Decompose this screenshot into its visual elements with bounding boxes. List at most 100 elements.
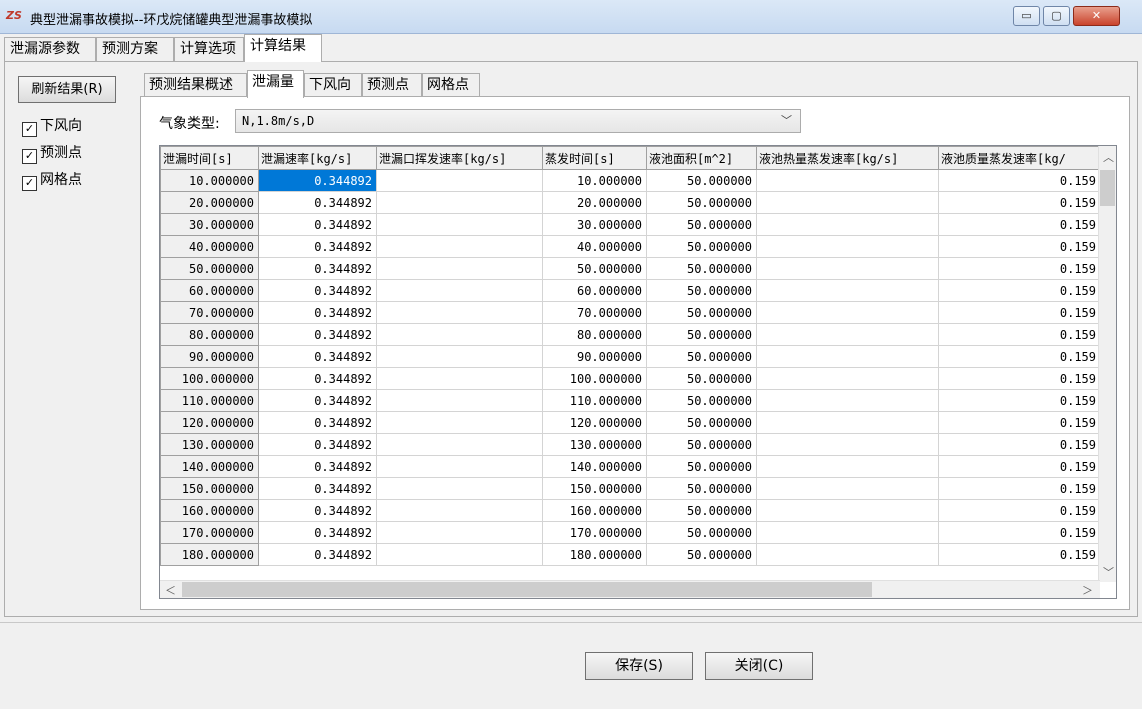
table-row[interactable]: 20.000000 0.344892 20.000000 50.000000 0.159 <box>160 191 1101 214</box>
cell-outlet-evap-rate[interactable] <box>376 499 543 522</box>
cell-leak-time[interactable]: 120.000000 <box>160 411 259 434</box>
cell-pool-heat-evap-rate[interactable] <box>756 499 939 522</box>
cell-pool-area[interactable]: 50.000000 <box>646 477 757 500</box>
col-header-pool-area[interactable]: 液池面积[m^2] <box>646 146 757 170</box>
cell-pool-area[interactable]: 50.000000 <box>646 279 757 302</box>
col-header-leak-rate[interactable]: 泄漏速率[kg/s] <box>258 146 377 170</box>
cell-pool-mass-evap-rate[interactable]: 0.159 <box>938 367 1101 390</box>
cell-pool-heat-evap-rate[interactable] <box>756 257 939 280</box>
cell-pool-heat-evap-rate[interactable] <box>756 389 939 412</box>
cell-leak-rate[interactable]: 0.344892 <box>258 543 377 566</box>
col-header-leak-time[interactable]: 泄漏时间[s] <box>160 146 259 170</box>
cell-pool-mass-evap-rate[interactable]: 0.159 <box>938 455 1101 478</box>
cell-pool-area[interactable]: 50.000000 <box>646 301 757 324</box>
table-row[interactable]: 180.000000 0.344892 180.000000 50.000000 0.1… <box>160 543 1101 566</box>
table-row[interactable]: 170.000000 0.344892 170.000000 50.000000 0.1… <box>160 521 1101 544</box>
cell-pool-mass-evap-rate[interactable]: 0.159 <box>938 543 1101 566</box>
tab-prediction-scheme[interactable]: 预测方案 <box>96 37 174 61</box>
cell-evap-time[interactable]: 140.000000 <box>542 455 647 478</box>
cell-leak-time[interactable]: 70.000000 <box>160 301 259 324</box>
cell-outlet-evap-rate[interactable] <box>376 279 543 302</box>
maximize-button[interactable]: ▢ <box>1043 6 1070 26</box>
tab-grid-points[interactable]: 网格点 <box>422 73 480 97</box>
table-row[interactable]: 110.000000 0.344892 110.000000 50.000000 0.1… <box>160 389 1101 412</box>
table-row[interactable]: 10.000000 0.344892 10.000000 50.000000 0.159 <box>160 169 1101 192</box>
scroll-right-icon[interactable]: ＞ <box>1082 582 1093 598</box>
tab-predict-points[interactable]: 预测点 <box>362 73 422 97</box>
cell-pool-heat-evap-rate[interactable] <box>756 521 939 544</box>
tab-calc-results[interactable]: 计算结果 <box>244 34 322 62</box>
cell-leak-rate[interactable]: 0.344892 <box>258 499 377 522</box>
cell-leak-rate[interactable]: 0.344892 <box>258 367 377 390</box>
save-button[interactable]: 保存(S) <box>585 652 693 680</box>
checkbox-predict-point[interactable]: ✓ 预测点 <box>22 145 82 164</box>
horizontal-scrollbar[interactable]: ＜ ＞ <box>160 580 1100 598</box>
cell-leak-rate[interactable]: 0.344892 <box>258 301 377 324</box>
cell-pool-heat-evap-rate[interactable] <box>756 191 939 214</box>
cell-leak-rate[interactable]: 0.344892 <box>258 213 377 236</box>
cell-pool-area[interactable]: 50.000000 <box>646 455 757 478</box>
cell-leak-rate[interactable]: 0.344892 <box>258 433 377 456</box>
cell-evap-time[interactable]: 100.000000 <box>542 367 647 390</box>
cell-evap-time[interactable]: 160.000000 <box>542 499 647 522</box>
cell-pool-mass-evap-rate[interactable]: 0.159 <box>938 257 1101 280</box>
cell-leak-time[interactable]: 30.000000 <box>160 213 259 236</box>
cell-outlet-evap-rate[interactable] <box>376 301 543 324</box>
cell-pool-heat-evap-rate[interactable] <box>756 279 939 302</box>
cell-outlet-evap-rate[interactable] <box>376 323 543 346</box>
cell-outlet-evap-rate[interactable] <box>376 345 543 368</box>
close-button[interactable]: 关闭(C) <box>705 652 813 680</box>
cell-pool-area[interactable]: 50.000000 <box>646 499 757 522</box>
cell-leak-rate[interactable]: 0.344892 <box>258 235 377 258</box>
cell-leak-time[interactable]: 180.000000 <box>160 543 259 566</box>
cell-pool-heat-evap-rate[interactable] <box>756 367 939 390</box>
cell-outlet-evap-rate[interactable] <box>376 367 543 390</box>
cell-evap-time[interactable]: 10.000000 <box>542 169 647 192</box>
cell-pool-heat-evap-rate[interactable] <box>756 455 939 478</box>
cell-outlet-evap-rate[interactable] <box>376 455 543 478</box>
cell-leak-rate[interactable]: 0.344892 <box>258 411 377 434</box>
cell-leak-rate[interactable]: 0.344892 <box>258 521 377 544</box>
cell-pool-mass-evap-rate[interactable]: 0.159 <box>938 477 1101 500</box>
table-row[interactable]: 80.000000 0.344892 80.000000 50.000000 0.159 <box>160 323 1101 346</box>
minimize-button[interactable]: ▭ <box>1013 6 1040 26</box>
cell-pool-heat-evap-rate[interactable] <box>756 543 939 566</box>
cell-pool-heat-evap-rate[interactable] <box>756 477 939 500</box>
cell-pool-area[interactable]: 50.000000 <box>646 543 757 566</box>
cell-pool-mass-evap-rate[interactable]: 0.159 <box>938 433 1101 456</box>
cell-pool-heat-evap-rate[interactable] <box>756 323 939 346</box>
table-row[interactable]: 130.000000 0.344892 130.000000 50.000000 0.1… <box>160 433 1101 456</box>
cell-leak-rate[interactable]: 0.344892 <box>258 169 377 192</box>
cell-leak-time[interactable]: 60.000000 <box>160 279 259 302</box>
tab-leak-source-params[interactable]: 泄漏源参数 <box>4 37 96 61</box>
cell-evap-time[interactable]: 110.000000 <box>542 389 647 412</box>
table-row[interactable]: 160.000000 0.344892 160.000000 50.000000 0.1… <box>160 499 1101 522</box>
cell-leak-rate[interactable]: 0.344892 <box>258 279 377 302</box>
cell-evap-time[interactable]: 150.000000 <box>542 477 647 500</box>
cell-leak-time[interactable]: 50.000000 <box>160 257 259 280</box>
cell-pool-mass-evap-rate[interactable]: 0.159 <box>938 323 1101 346</box>
cell-outlet-evap-rate[interactable] <box>376 411 543 434</box>
checkbox-downwind[interactable]: ✓ 下风向 <box>22 118 82 137</box>
cell-leak-time[interactable]: 110.000000 <box>160 389 259 412</box>
cell-leak-time[interactable]: 170.000000 <box>160 521 259 544</box>
cell-leak-rate[interactable]: 0.344892 <box>258 477 377 500</box>
tab-calc-options[interactable]: 计算选项 <box>174 37 244 61</box>
checkbox-grid-point[interactable]: ✓ 网格点 <box>22 172 82 191</box>
horizontal-scroll-thumb[interactable] <box>182 582 872 597</box>
cell-pool-area[interactable]: 50.000000 <box>646 389 757 412</box>
cell-pool-area[interactable]: 50.000000 <box>646 235 757 258</box>
tab-result-overview[interactable]: 预测结果概述 <box>144 73 247 97</box>
close-window-button[interactable]: ✕ <box>1073 6 1120 26</box>
cell-outlet-evap-rate[interactable] <box>376 477 543 500</box>
vertical-scroll-thumb[interactable] <box>1100 170 1115 206</box>
cell-pool-heat-evap-rate[interactable] <box>756 345 939 368</box>
cell-pool-mass-evap-rate[interactable]: 0.159 <box>938 345 1101 368</box>
cell-leak-time[interactable]: 160.000000 <box>160 499 259 522</box>
cell-pool-mass-evap-rate[interactable]: 0.159 <box>938 411 1101 434</box>
table-row[interactable]: 40.000000 0.344892 40.000000 50.000000 0.159 <box>160 235 1101 258</box>
scroll-up-icon[interactable]: ︿ <box>1103 149 1114 165</box>
col-header-pool-heat-evap-rate[interactable]: 液池热量蒸发速率[kg/s] <box>756 146 939 170</box>
cell-leak-time[interactable]: 40.000000 <box>160 235 259 258</box>
cell-pool-heat-evap-rate[interactable] <box>756 411 939 434</box>
